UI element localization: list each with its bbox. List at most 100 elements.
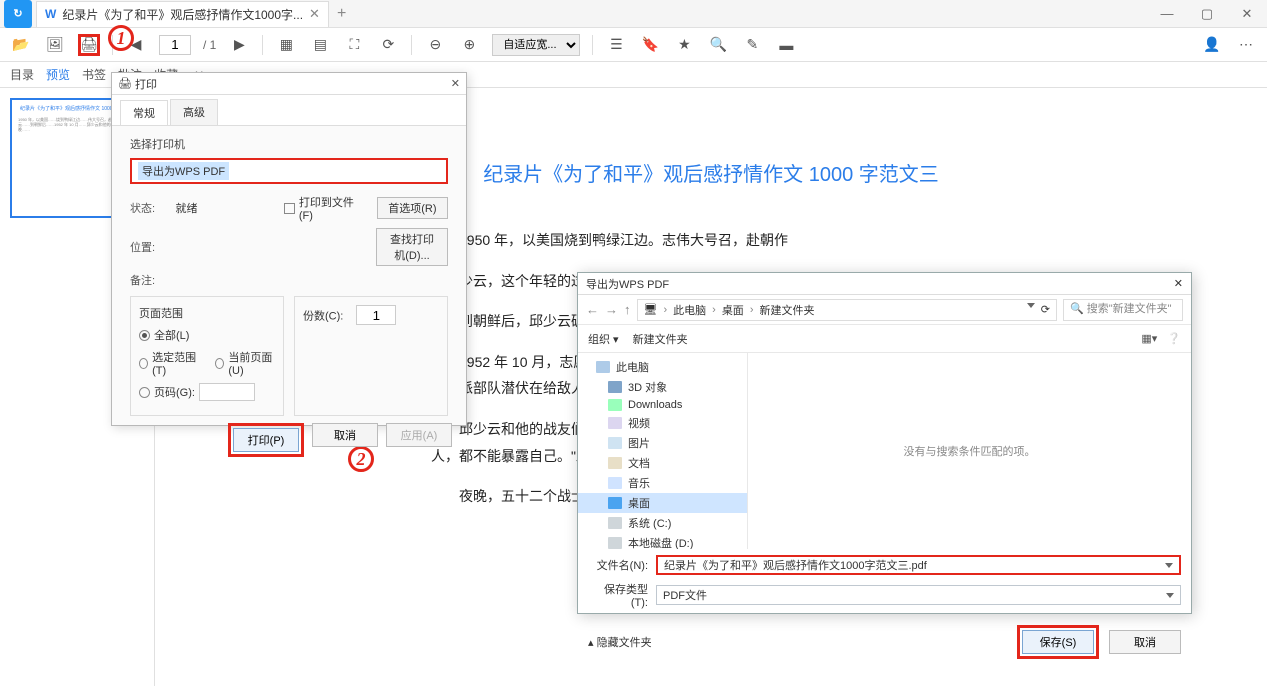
print-confirm-button[interactable]: 打印(P) [233, 428, 299, 452]
rotate-icon[interactable]: ⟳ [377, 34, 399, 56]
zoom-out-icon[interactable]: ⊖ [424, 34, 446, 56]
folder-icon [608, 497, 622, 509]
image-icon[interactable]: 🖼 [44, 34, 66, 56]
tree-item-label: 桌面 [628, 495, 650, 511]
path-seg[interactable]: 桌面 [722, 302, 744, 318]
tab-title: 纪录片《为了和平》观后感抒情作文1000字... [62, 6, 303, 23]
subnav-preview[interactable]: 预览 [46, 66, 70, 83]
chevron-down-icon[interactable] [1166, 593, 1174, 598]
subnav-outline[interactable]: 目录 [10, 66, 34, 83]
nav-forward-icon[interactable]: → [605, 302, 618, 317]
new-tab-button[interactable]: + [337, 5, 346, 23]
maximize-button[interactable]: ▢ [1187, 6, 1227, 22]
new-folder-button[interactable]: 新建文件夹 [633, 331, 688, 347]
radio-pages[interactable] [139, 387, 150, 398]
next-page-icon[interactable]: ▶ [228, 34, 250, 56]
minimize-button[interactable]: — [1147, 6, 1187, 22]
main-toolbar: 📂 🖼 🖨 ◀ / 1 ▶ ▦ ▤ ⛶ ⟳ ⊖ ⊕ 自适应宽... ☰ 🔖 ★ … [0, 28, 1267, 62]
tree-item[interactable]: 图片 [578, 433, 747, 453]
star-icon[interactable]: ★ [673, 34, 695, 56]
folder-icon [608, 381, 622, 393]
view-mode-icon[interactable]: ▦▾ [1141, 332, 1157, 345]
edit-icon[interactable]: ✎ [741, 34, 763, 56]
list-icon[interactable]: ☰ [605, 34, 627, 56]
path-seg[interactable]: 此电脑 [673, 302, 706, 318]
print-apply-button[interactable]: 应用(A) [386, 423, 452, 447]
tree-item[interactable]: 系统 (C:) [578, 513, 747, 533]
save-button[interactable]: 保存(S) [1022, 630, 1094, 654]
save-dialog-titlebar[interactable]: 导出为WPS PDF ✕ [578, 273, 1191, 295]
save-dialog-body: 此电脑 3D 对象Downloads 视频图片文档音乐桌面系统 (C:) 本地磁盘 (… [578, 353, 1191, 549]
pc-icon: 🖥 [644, 303, 658, 316]
zoom-in-icon[interactable]: ⊕ [458, 34, 480, 56]
radio-selection[interactable] [139, 358, 148, 369]
print-to-file-checkbox[interactable]: 打印到文件(F) [284, 194, 367, 222]
find-printer-button[interactable]: 查找打印机(D)... [376, 228, 448, 266]
titlebar: ↻ W 纪录片《为了和平》观后感抒情作文1000字... ✕ + — ▢ ✕ [0, 0, 1267, 28]
page-range-group: 页面范围 全部(L) 选定范围(T) 当前页面(U) 页码(G): [130, 296, 284, 416]
tree-item-label: 视频 [628, 415, 650, 431]
printer-select-box[interactable]: 导出为WPS PDF [130, 158, 448, 184]
hide-folders-toggle[interactable]: ▴ 隐藏文件夹 [588, 634, 652, 650]
nav-up-icon[interactable]: ↑ [624, 302, 631, 317]
refresh-icon[interactable]: ⟳ [1041, 303, 1050, 316]
path-seg[interactable]: 新建文件夹 [759, 302, 814, 318]
save-dialog-close-icon[interactable]: ✕ [1174, 277, 1183, 290]
filename-input[interactable]: 纪录片《为了和平》观后感抒情作文1000字范文三.pdf [656, 555, 1181, 575]
radio-current[interactable] [215, 358, 224, 369]
print-button[interactable]: 🖨 [78, 34, 100, 56]
two-page-icon[interactable]: ▤ [309, 34, 331, 56]
tab-close-icon[interactable]: ✕ [309, 6, 320, 22]
search-icon[interactable]: 🔍 [707, 34, 729, 56]
zoom-select[interactable]: 自适应宽... [492, 34, 580, 56]
breadcrumb[interactable]: 🖥 › 此电脑 › 桌面 › 新建文件夹 ⟳ [637, 299, 1058, 321]
fit-width-icon[interactable]: ⛶ [343, 34, 365, 56]
open-icon[interactable]: 📂 [10, 34, 32, 56]
tree-item[interactable]: Downloads [578, 397, 747, 413]
print-dialog-titlebar[interactable]: 🖨 打印 ✕ [112, 73, 466, 95]
close-button[interactable]: ✕ [1227, 6, 1267, 22]
path-dropdown-icon[interactable] [1027, 303, 1035, 308]
folder-icon [608, 477, 622, 489]
more-icon[interactable]: ⋯ [1235, 34, 1257, 56]
save-cancel-button[interactable]: 取消 [1109, 630, 1181, 654]
tree-item[interactable]: 3D 对象 [578, 377, 747, 397]
print-button-highlight: 打印(P) [228, 423, 304, 457]
nav-back-icon[interactable]: ← [586, 302, 599, 317]
folder-search-input[interactable]: 🔍 搜索"新建文件夹" [1063, 299, 1183, 321]
single-page-icon[interactable]: ▦ [275, 34, 297, 56]
tree-item[interactable]: 视频 [578, 413, 747, 433]
checkbox-icon [284, 203, 295, 214]
help-icon[interactable]: ❔ [1167, 332, 1181, 345]
print-dialog: 🖨 打印 ✕ 常规 高级 选择打印机 导出为WPS PDF 状态: 就绪 打印到… [111, 72, 467, 426]
print-cancel-button[interactable]: 取消 [312, 423, 378, 447]
callout-marker-1: 1 [108, 25, 134, 51]
organize-button[interactable]: 组织 ▾ [588, 331, 619, 347]
printer-option-wps-pdf[interactable]: 导出为WPS PDF [138, 162, 229, 180]
tab-advanced[interactable]: 高级 [170, 99, 218, 125]
copies-input[interactable] [356, 305, 396, 325]
print-dialog-close-icon[interactable]: ✕ [451, 77, 460, 90]
user-icon[interactable]: 👤 [1201, 34, 1223, 56]
radio-all[interactable] [139, 330, 150, 341]
tree-item[interactable]: 文档 [578, 453, 747, 473]
bookmark-icon[interactable]: 🔖 [639, 34, 661, 56]
document-tab[interactable]: W 纪录片《为了和平》观后感抒情作文1000字... ✕ [36, 1, 329, 27]
tab-general[interactable]: 常规 [120, 100, 168, 126]
filename-rows: 文件名(N): 纪录片《为了和平》观后感抒情作文1000字范文三.pdf 保存类… [578, 549, 1191, 621]
page-number-input[interactable] [159, 35, 191, 55]
tree-item[interactable]: 音乐 [578, 473, 747, 493]
tree-item[interactable]: 此电脑 [578, 357, 747, 377]
subnav-bookmark[interactable]: 书签 [82, 66, 106, 83]
highlight-icon[interactable]: ▬ [775, 34, 797, 56]
tree-item-label: 本地磁盘 (D:) [628, 535, 693, 549]
file-list-area[interactable]: 没有与搜索条件匹配的项。 [748, 353, 1191, 549]
tree-item-label: 此电脑 [616, 359, 649, 375]
chevron-down-icon[interactable] [1165, 563, 1173, 568]
tree-item[interactable]: 桌面 [578, 493, 747, 513]
word-icon: W [45, 7, 56, 21]
pages-input[interactable] [199, 383, 255, 401]
tree-item[interactable]: 本地磁盘 (D:) [578, 533, 747, 549]
filetype-select[interactable]: PDF文件 [656, 585, 1181, 605]
preferences-button[interactable]: 首选项(R) [377, 197, 448, 219]
